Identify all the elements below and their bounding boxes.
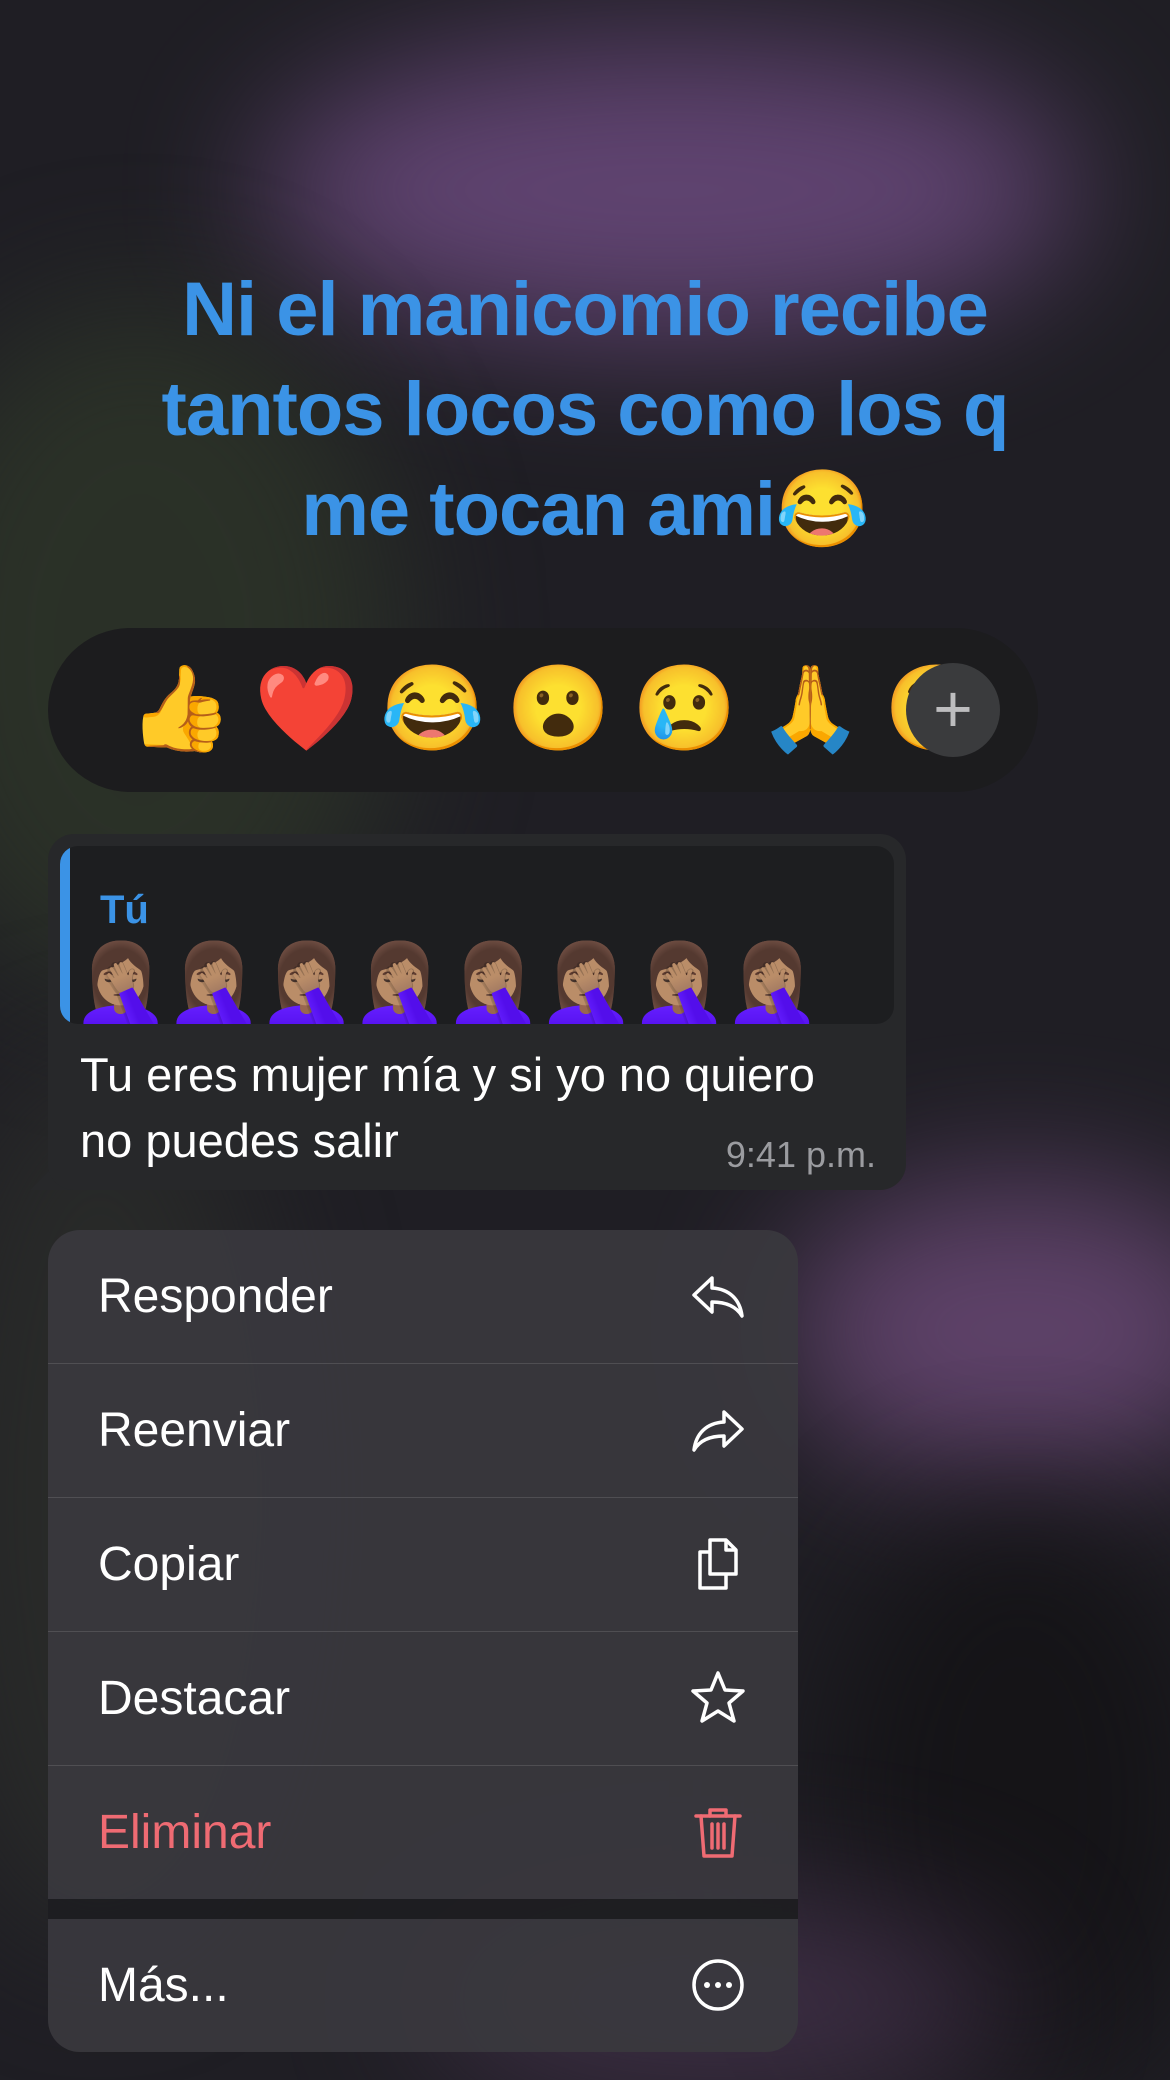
quote-content: 🤦🏽‍♀️🤦🏽‍♀️🤦🏽‍♀️🤦🏽‍♀️🤦🏽‍♀️🤦🏽‍♀️🤦🏽‍♀️🤦🏽‍♀️: [72, 938, 821, 1024]
quote-accent-bar: [60, 846, 70, 1024]
context-menu-main-group: Responder Reenviar Copiar Destacar Elimi…: [48, 1230, 798, 1899]
menu-item-more[interactable]: Más...: [48, 1919, 798, 2052]
status-caption: Ni el manicomio recibe tantos locos como…: [80, 260, 1090, 560]
ellipsis-icon: [688, 1955, 748, 2015]
quote-author: Tú: [100, 888, 149, 932]
menu-item-label: Copiar: [98, 1538, 240, 1591]
menu-item-label: Destacar: [98, 1672, 291, 1725]
reaction-pray[interactable]: 🙏: [758, 658, 863, 758]
menu-item-label: Más...: [98, 1959, 229, 2012]
star-icon: [688, 1668, 748, 1728]
caption-line-3: me tocan ami😂: [301, 467, 869, 552]
reaction-thumbs-up[interactable]: 👍: [128, 658, 233, 758]
quoted-message[interactable]: Tú 🤦🏽‍♀️🤦🏽‍♀️🤦🏽‍♀️🤦🏽‍♀️🤦🏽‍♀️🤦🏽‍♀️🤦🏽‍♀️🤦🏽…: [60, 846, 894, 1024]
caption-line-2: tantos locos como los q: [161, 367, 1010, 452]
reaction-bar: 👍 ❤️ 😂 😮 😢 🙏 😉 +: [48, 628, 1038, 792]
add-reaction-button[interactable]: +: [906, 663, 1000, 757]
menu-item-delete[interactable]: Eliminar: [48, 1766, 798, 1899]
context-menu: Responder Reenviar Copiar Destacar Elimi…: [48, 1230, 798, 2052]
menu-item-label: Responder: [98, 1270, 333, 1323]
copy-icon: [688, 1534, 748, 1594]
message-timestamp: 9:41 p.m.: [725, 1134, 876, 1175]
message-bubble[interactable]: Tú 🤦🏽‍♀️🤦🏽‍♀️🤦🏽‍♀️🤦🏽‍♀️🤦🏽‍♀️🤦🏽‍♀️🤦🏽‍♀️🤦🏽…: [48, 834, 906, 1190]
context-menu-more-group: Más...: [48, 1919, 798, 2052]
trash-icon: [688, 1802, 748, 1862]
menu-item-star[interactable]: Destacar: [48, 1632, 798, 1766]
menu-item-copy[interactable]: Copiar: [48, 1498, 798, 1632]
menu-separator: [48, 1899, 798, 1919]
reaction-surprised[interactable]: 😮: [506, 658, 611, 758]
reaction-laughing[interactable]: 😂: [380, 658, 485, 758]
reaction-crying[interactable]: 😢: [632, 658, 737, 758]
caption-line-1: Ni el manicomio recibe: [182, 267, 989, 352]
forward-icon: [688, 1400, 748, 1460]
reply-icon: [688, 1266, 748, 1326]
menu-item-label: Reenviar: [98, 1404, 291, 1457]
menu-item-label: Eliminar: [98, 1806, 272, 1859]
menu-item-forward[interactable]: Reenviar: [48, 1364, 798, 1498]
reaction-heart[interactable]: ❤️: [254, 658, 359, 758]
menu-item-reply[interactable]: Responder: [48, 1230, 798, 1364]
